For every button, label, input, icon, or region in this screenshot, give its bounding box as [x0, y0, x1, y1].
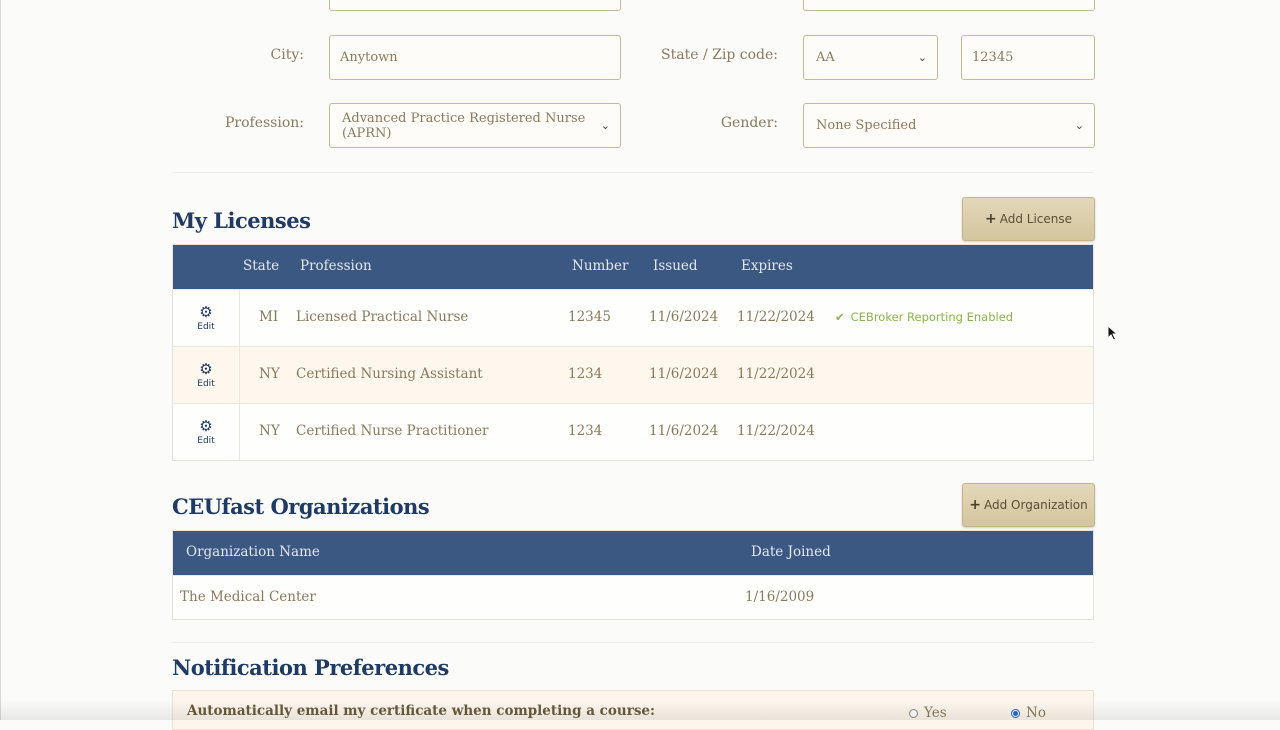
section-divider [172, 642, 1094, 643]
edit-label: Edit [197, 321, 215, 332]
gear-icon: ⚙ [199, 302, 213, 321]
radio-no[interactable]: No [1011, 705, 1046, 721]
gender-value: None Specified [816, 118, 917, 133]
cebroker-status: ✔ CEBroker Reporting Enabled [835, 310, 1013, 324]
radio-yes[interactable]: Yes [909, 705, 947, 721]
organizations-table-header: Organization Name Date Joined [173, 531, 1093, 575]
license-expires: 11/22/2024 [737, 423, 815, 439]
chevron-down-icon: ⌄ [1074, 119, 1084, 132]
chevron-down-icon: ⌄ [917, 51, 927, 64]
column-header-date-joined[interactable]: Date Joined [751, 544, 831, 560]
add-organization-label: Add Organization [983, 498, 1088, 512]
column-header-profession[interactable]: Profession [300, 258, 372, 274]
table-row: ⚙ Edit NY Certified Nurse Practitioner 1… [173, 403, 1093, 460]
license-profession: Certified Nurse Practitioner [296, 423, 489, 439]
license-expires: 11/22/2024 [737, 366, 815, 382]
mouse-cursor [1107, 325, 1119, 341]
licenses-table: State Profession Number Issued Expires ⚙… [172, 244, 1094, 461]
gear-icon: ⚙ [199, 416, 213, 435]
state-zip-label: State / Zip code: [661, 47, 778, 63]
plus-icon: + [984, 211, 997, 227]
add-license-button[interactable]: + Add License [962, 197, 1095, 241]
gender-select[interactable]: None Specified ⌄ [803, 103, 1095, 148]
radio-no-indicator[interactable] [1011, 708, 1020, 718]
license-issued: 11/6/2024 [649, 366, 719, 382]
notifications-title: Notification Preferences [172, 655, 449, 680]
radio-yes-indicator[interactable] [909, 708, 918, 718]
table-row: ⚙ Edit NY Certified Nursing Assistant 12… [173, 346, 1093, 403]
organization-name: The Medical Center [180, 589, 316, 605]
address-line-2-field[interactable] [803, 0, 1095, 11]
plus-icon: + [969, 497, 981, 513]
cebroker-status-text: CEBroker Reporting Enabled [850, 310, 1014, 324]
state-select[interactable]: AA ⌄ [803, 35, 938, 80]
licenses-title: My Licenses [172, 208, 311, 233]
licenses-table-header: State Profession Number Issued Expires [173, 245, 1093, 289]
edit-license-button[interactable]: ⚙ Edit [173, 347, 240, 403]
license-number: 1234 [568, 366, 603, 382]
license-expires: 11/22/2024 [737, 309, 815, 325]
table-row: The Medical Center 1/16/2009 [173, 575, 1093, 619]
profession-label: Profession: [224, 115, 304, 131]
license-state: NY [259, 423, 280, 439]
license-profession: Licensed Practical Nurse [296, 309, 469, 325]
radio-yes-label: Yes [924, 705, 947, 721]
column-header-state[interactable]: State [243, 258, 279, 274]
profession-value: Advanced Practice Registered Nurse (APRN… [342, 110, 586, 141]
section-divider [172, 172, 1094, 173]
column-header-issued[interactable]: Issued [653, 258, 698, 274]
edit-label: Edit [197, 378, 215, 389]
gear-icon: ⚙ [199, 359, 213, 378]
zip-value: 12345 [972, 50, 1014, 65]
city-field[interactable]: Anytown [329, 35, 621, 80]
check-icon: ✔ [835, 310, 845, 324]
license-issued: 11/6/2024 [649, 423, 719, 439]
license-issued: 11/6/2024 [649, 309, 719, 325]
license-state: MI [259, 309, 279, 325]
add-license-label: Add License [999, 212, 1073, 226]
license-profession: Certified Nursing Assistant [296, 366, 483, 382]
chevron-down-icon: ⌄ [600, 119, 610, 132]
organizations-title: CEUfast Organizations [172, 494, 430, 519]
radio-no-label: No [1026, 705, 1046, 721]
organization-date-joined: 1/16/2009 [745, 589, 815, 605]
table-row: ⚙ Edit MI Licensed Practical Nurse 12345… [173, 289, 1093, 346]
column-header-organization-name[interactable]: Organization Name [186, 544, 320, 560]
add-organization-button[interactable]: + Add Organization [962, 483, 1095, 527]
city-value: Anytown [340, 50, 398, 65]
city-label: City: [270, 47, 304, 63]
edit-label: Edit [197, 435, 215, 446]
license-state: NY [259, 366, 280, 382]
edit-license-button[interactable]: ⚙ Edit [173, 290, 240, 346]
column-header-number[interactable]: Number [572, 258, 628, 274]
gender-label: Gender: [720, 115, 778, 131]
organizations-table: Organization Name Date Joined The Medica… [172, 530, 1094, 620]
license-number: 1234 [568, 423, 603, 439]
email-certificate-question: Automatically email my certificate when … [187, 703, 655, 719]
edit-license-button[interactable]: ⚙ Edit [173, 404, 240, 460]
state-value: AA [816, 50, 835, 65]
notification-row: Automatically email my certificate when … [172, 690, 1094, 730]
profession-select[interactable]: Advanced Practice Registered Nurse (APRN… [329, 103, 621, 148]
address-field[interactable] [329, 0, 621, 11]
zip-field[interactable]: 12345 [961, 35, 1095, 80]
column-header-expires[interactable]: Expires [741, 258, 793, 274]
license-number: 12345 [568, 309, 611, 325]
